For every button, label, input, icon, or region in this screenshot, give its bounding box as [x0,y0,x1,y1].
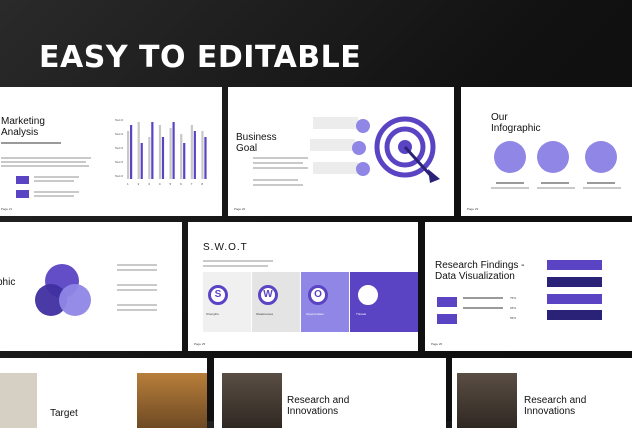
chart-bar [158,125,162,179]
chart-bar [148,137,151,179]
page-number: Page 26 [431,342,443,346]
page-number: Page 23 [467,207,479,211]
chart-bar [169,128,172,179]
tick-label: 4 [159,182,161,186]
lightbulb-icon [585,141,617,173]
axis-label: Text 0 [115,174,123,178]
slide-title: Research and Innovations [287,395,350,417]
slide-business-goal[interactable]: Business Goal Page 22 [228,87,454,216]
slide-innovations-2[interactable]: Research and Innovations [452,358,632,428]
chart-bar [172,122,175,179]
slide-infographic[interactable]: Our Infographic Page 23 [461,87,632,216]
target-icon [374,116,440,183]
slide-title: S.W.O.T [203,242,248,253]
slide-title: Target [50,408,78,419]
chart-bar [180,134,183,179]
page-number: Page 25 [194,342,206,346]
tick-label: 8 [201,182,203,186]
axis-label: Text 0 [115,146,123,150]
slide-title: Research and Innovations [524,395,587,417]
slide-marketing-analysis[interactable]: Marketing Analysis Page 21 Text 0 Text 0T… [0,87,222,216]
chart-bar [130,125,133,179]
bar-chart: Text 0 Text 0 Text 0 Text 0 Text 0 1 2 3 4 5 6 7 8 [115,118,207,186]
chart-icon [352,141,366,155]
chart-icon [356,162,370,176]
monitor-icon [537,141,569,173]
swot-w: W [258,285,278,305]
chart-bar [151,122,154,179]
tick-label: 3 [148,182,150,186]
chart-bar [183,143,186,179]
pointer-icon [16,176,29,184]
axis-label: Text 0 [115,118,123,122]
slide-target[interactable]: Target [0,358,207,428]
chart-bar [193,131,196,179]
chart-bar [201,131,204,179]
chart-bar [204,137,207,179]
pointer-icon [16,190,29,198]
slide-swot[interactable]: S.W.O.T S W O T Strengths Weaknesses Opp… [188,222,418,351]
chart-bar [127,131,130,179]
axis-label: Text 0 [115,160,123,164]
slide-title: Our Infographic [491,112,541,134]
chart-bar [161,137,165,179]
page-number: Page 21 [1,207,13,211]
slide-title: Business Goal [236,132,277,154]
graduation-icon [494,141,526,173]
swot-s: S [208,285,228,305]
tick-label: 6 [180,182,182,186]
tick-label: 1 [127,182,129,186]
tick-label: 5 [170,182,172,186]
tick-label: 7 [191,182,193,186]
slide-graphic[interactable]: phic [0,222,182,351]
slide-title: Research Findings - Data Visualization [435,260,525,282]
headline: EASY TO EDITABLE [39,40,362,75]
chart-bar [140,143,143,179]
swot-t: T [358,285,378,305]
swot-o: O [308,285,328,305]
chart-bar [137,122,140,179]
axis-label: Text 0 [115,132,123,136]
page-number: Page 22 [234,207,246,211]
slide-title: phic [0,277,16,288]
slide-title: Marketing Analysis [1,116,45,138]
chart-icon [356,119,370,133]
chart-bar [190,125,193,179]
tick-label: 2 [138,182,140,186]
slide-research-findings[interactable]: Research Findings - Data Visualization 7… [425,222,632,351]
slide-innovations-1[interactable]: Research and Innovations [214,358,446,428]
